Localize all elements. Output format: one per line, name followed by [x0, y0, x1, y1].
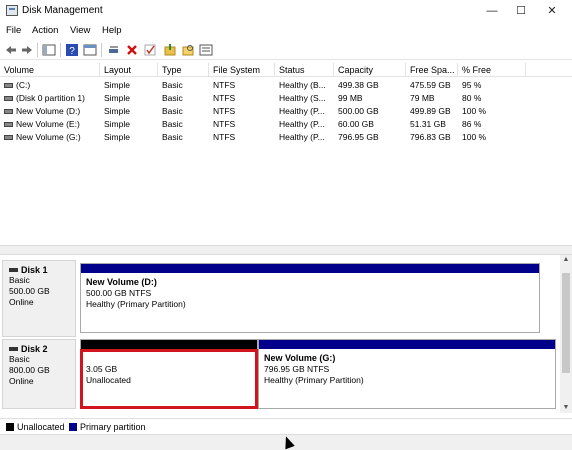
scroll-down-icon[interactable]: ▼ — [560, 403, 572, 413]
menu-bar: File Action View Help — [0, 22, 572, 40]
disk-2-label[interactable]: Disk 2 Basic 800.00 GB Online — [2, 339, 76, 409]
menu-view[interactable]: View — [70, 25, 90, 36]
unallocated-swatch — [6, 423, 14, 431]
primary-partition-bar — [81, 264, 539, 273]
help-icon[interactable]: ? — [65, 43, 79, 57]
scroll-up-icon[interactable]: ▲ — [560, 255, 572, 265]
forward-icon[interactable] — [20, 43, 34, 57]
connect-icon[interactable] — [107, 43, 121, 57]
console-tree-icon[interactable] — [42, 43, 56, 57]
primary-partition-bar — [259, 340, 555, 349]
volume-list: (C:) Simple Basic NTFS Healthy (B... 499… — [0, 77, 572, 245]
menu-file[interactable]: File — [6, 25, 21, 36]
window-title: Disk Management — [22, 5, 103, 16]
list-view-icon[interactable] — [199, 43, 213, 57]
table-row[interactable]: (Disk 0 partition 1) Simple Basic NTFS H… — [0, 92, 572, 104]
column-header-capacity[interactable]: Capacity — [334, 63, 406, 77]
primary-partition-swatch — [69, 423, 77, 431]
legend-primary-partition: Primary partition — [80, 422, 146, 432]
volume-icon — [4, 135, 13, 141]
table-row[interactable]: (C:) Simple Basic NTFS Healthy (B... 499… — [0, 79, 572, 91]
maximize-button[interactable]: ☐ — [505, 0, 537, 22]
close-button[interactable]: ✕ — [536, 0, 568, 22]
selection-highlight — [80, 349, 258, 409]
volume-icon — [4, 96, 13, 102]
toolbar: ? — [0, 40, 572, 60]
explore-icon[interactable] — [181, 43, 195, 57]
disk-icon — [9, 268, 18, 272]
column-header-layout[interactable]: Layout — [100, 63, 158, 77]
menu-action[interactable]: Action — [32, 25, 58, 36]
disk-icon — [9, 347, 18, 351]
column-header-type[interactable]: Type — [158, 63, 209, 77]
volume-icon — [4, 122, 13, 128]
column-header-free-space[interactable]: Free Spa... — [406, 63, 458, 77]
volume-icon — [4, 83, 13, 89]
legend-unallocated: Unallocated — [17, 422, 65, 432]
disk-1-label[interactable]: Disk 1 Basic 500.00 GB Online — [2, 260, 76, 337]
pane-splitter[interactable] — [0, 245, 572, 255]
partition-new-volume-g[interactable]: New Volume (G:) 796.95 GB NTFS Healthy (… — [258, 339, 556, 409]
title-bar: Disk Management — ☐ ✕ — [0, 0, 572, 22]
scrollbar-thumb[interactable] — [562, 273, 570, 373]
disk-graphical-view: Disk 1 Basic 500.00 GB Online New Volume… — [0, 255, 560, 413]
back-icon[interactable] — [4, 43, 18, 57]
legend: Unallocated Primary partition — [0, 418, 572, 434]
properties-icon[interactable] — [83, 43, 97, 57]
column-header-percent-free[interactable]: % Free — [458, 63, 526, 77]
disk-management-app-icon — [6, 5, 18, 16]
column-header-status[interactable]: Status — [275, 63, 334, 77]
delete-icon[interactable] — [125, 43, 139, 57]
unallocated-bar — [81, 340, 257, 349]
checkmark-icon[interactable] — [143, 43, 157, 57]
volume-list-header: Volume Layout Type File System Status Ca… — [0, 63, 572, 77]
vertical-scrollbar[interactable]: ▲ ▼ — [560, 255, 572, 413]
minimize-button[interactable]: — — [476, 0, 508, 22]
column-header-volume[interactable]: Volume — [0, 63, 100, 77]
partition-new-volume-d[interactable]: New Volume (D:) 500.00 GB NTFS Healthy (… — [80, 263, 540, 333]
open-folder-icon[interactable] — [163, 43, 177, 57]
menu-help[interactable]: Help — [102, 25, 122, 36]
table-row[interactable]: New Volume (D:) Simple Basic NTFS Health… — [0, 105, 572, 117]
volume-icon — [4, 109, 13, 115]
table-row[interactable]: New Volume (E:) Simple Basic NTFS Health… — [0, 118, 572, 130]
svg-text:?: ? — [69, 46, 75, 57]
table-row[interactable]: New Volume (G:) Simple Basic NTFS Health… — [0, 131, 572, 143]
column-header-file-system[interactable]: File System — [209, 63, 275, 77]
